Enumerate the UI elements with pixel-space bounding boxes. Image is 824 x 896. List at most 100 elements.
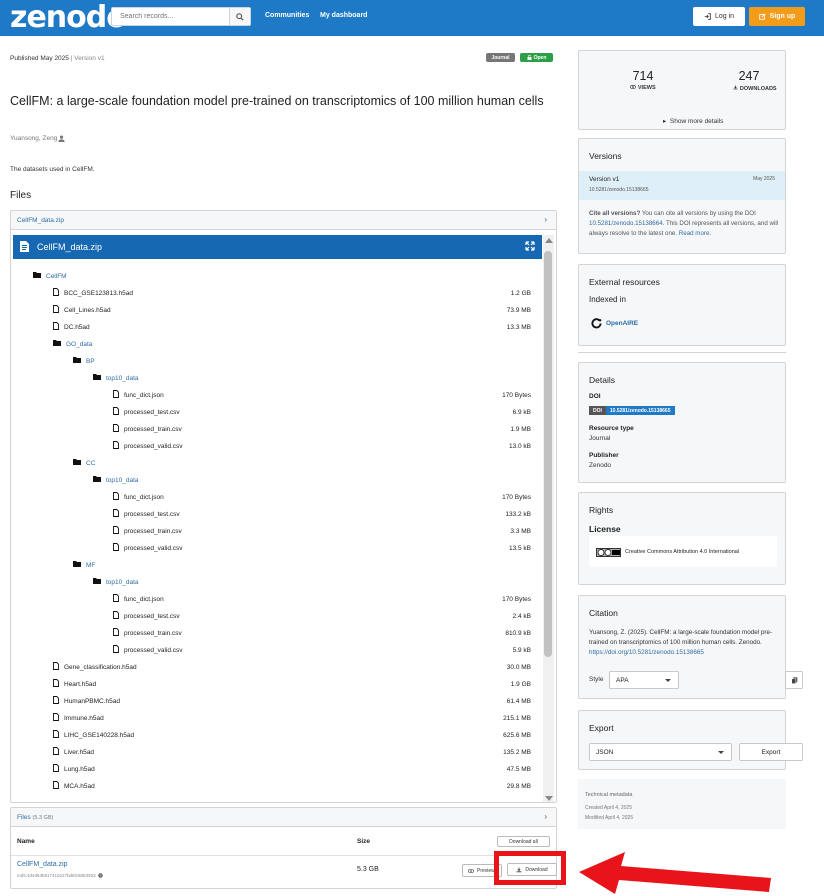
files-label: Files [17, 814, 31, 821]
file-icon [53, 780, 59, 794]
download-label: Download [525, 866, 548, 873]
tree-file[interactable]: func_dict.json [113, 593, 164, 606]
tree-folder[interactable]: BP [73, 356, 95, 368]
login-button[interactable]: Log in [693, 7, 745, 26]
files-accordion-header[interactable]: Files (5.3 GB) › [11, 808, 556, 827]
citation-style-value: APA [616, 676, 629, 684]
tree-item-name: func_dict.json [124, 596, 164, 603]
file-icon [53, 321, 59, 330]
tree-item-name: processed_valid.csv [124, 443, 183, 450]
nav-communities[interactable]: Communities [265, 12, 309, 19]
author[interactable]: Yuansong, Zeng [10, 135, 66, 142]
file-icon [53, 729, 59, 743]
file-name-link[interactable]: CellFM_data.zip [17, 861, 68, 868]
downloads-label: DOWNLOADS [715, 85, 795, 92]
tree-file[interactable]: BCC_GSE123813.h5ad [53, 287, 133, 300]
tree-file[interactable]: processed_valid.csv [113, 440, 183, 453]
eye-icon [630, 84, 637, 90]
read-more-link[interactable]: Read more. [679, 230, 711, 237]
scroll-up-icon[interactable] [545, 238, 553, 243]
export-button[interactable]: Export [739, 743, 803, 761]
tree-item-size: 1.9 GB [510, 681, 531, 688]
help-icon[interactable]: ? [97, 873, 103, 878]
copy-icon [790, 676, 797, 684]
created-date: Created April 4, 2025 [585, 805, 632, 811]
publisher-value: Zenodo [589, 462, 612, 469]
tree-file[interactable]: Liver.h5ad [53, 746, 94, 759]
tree-item-name: processed_test.csv [124, 409, 180, 416]
signup-button[interactable]: Sign up [749, 7, 805, 26]
tree-file[interactable]: Gene_classification.h5ad [53, 661, 137, 674]
tree-item-size: 133.2 kB [505, 511, 531, 518]
file-icon [53, 304, 59, 318]
tree-file[interactable]: processed_train.csv [113, 423, 182, 436]
tree-folder[interactable]: top10_data [93, 577, 139, 589]
tree-file[interactable]: func_dict.json [113, 491, 164, 504]
copy-citation-button[interactable] [785, 671, 803, 689]
tree-item-size: 135.2 MB [503, 749, 531, 756]
publisher-label: Publisher [589, 452, 619, 459]
tree-file[interactable]: processed_train.csv [113, 627, 182, 640]
show-more-details[interactable]: ▸ Show more details [663, 117, 723, 125]
resource-type-badge: Journal [486, 53, 515, 62]
file-icon [113, 406, 119, 420]
doi-badge[interactable]: DOI 10.5281/zenodo.15138665 [589, 406, 675, 415]
tree-file[interactable]: processed_train.csv [113, 525, 182, 538]
citation-doi-link[interactable]: https://doi.org/10.5281/zenodo.15138665 [589, 649, 704, 656]
tree-file[interactable]: Heart.h5ad [53, 678, 96, 691]
tree-file[interactable]: Cell_Lines.h5ad [53, 304, 111, 318]
file-size: 5.3 GB [357, 866, 379, 873]
tree-file[interactable]: processed_valid.csv [113, 644, 183, 657]
file-icon [53, 678, 59, 687]
tree-file[interactable]: DC.h5ad [53, 321, 90, 334]
preview-scroll-thumb[interactable] [544, 251, 552, 657]
citation-style-select[interactable]: APA [609, 671, 679, 689]
tree-file[interactable]: processed_valid.csv [113, 542, 183, 555]
file-icon [53, 695, 59, 704]
file-icon [53, 763, 59, 777]
download-all-button[interactable]: Download all [497, 836, 550, 847]
resource-type-label: Resource type [589, 425, 634, 432]
search-button[interactable] [229, 8, 250, 25]
preview-accordion-header[interactable]: CellFM_data.zip › [11, 211, 556, 230]
published-date: Published May 2025 [10, 55, 69, 62]
expand-icon[interactable] [525, 241, 535, 251]
tree-folder[interactable]: MF [73, 560, 95, 572]
tree-file[interactable]: Lung.h5ad [53, 763, 95, 777]
current-version-row[interactable]: Version v1 May 2025 10.5281/zenodo.15138… [579, 171, 785, 200]
concept-doi-link[interactable]: 10.5281/zenodo.15138664 [589, 220, 663, 227]
scroll-down-icon[interactable] [545, 796, 553, 801]
tree-item-name: processed_train.csv [124, 630, 182, 637]
folder-icon [73, 458, 81, 470]
doi-badge-key: DOI [589, 406, 606, 415]
openaire-link[interactable]: OpenAIRE [591, 318, 638, 329]
tree-file[interactable]: processed_test.csv [113, 406, 180, 420]
tree-file[interactable]: MCA.h5ad [53, 780, 95, 794]
tree-file[interactable]: LIHC_GSE140228.h5ad [53, 729, 134, 743]
nav-my-dashboard[interactable]: My dashboard [320, 12, 367, 19]
file-icon [113, 542, 119, 551]
tree-file[interactable]: HumanPBMC.h5ad [53, 695, 120, 708]
tree-file[interactable]: processed_test.csv [113, 610, 180, 624]
tree-file[interactable]: func_dict.json [113, 389, 164, 402]
tree-item-name: Cell_Lines.h5ad [64, 307, 111, 314]
tree-file[interactable]: processed_test.csv [113, 508, 180, 521]
tree-folder[interactable]: top10_data [93, 373, 139, 385]
tree-file[interactable]: Immune.h5ad [53, 712, 104, 725]
tree-folder[interactable]: CellFM [33, 271, 67, 283]
zenodo-logo[interactable]: zenodo [10, 3, 127, 33]
tree-item-size: 810.9 kB [505, 630, 531, 637]
file-icon [113, 644, 119, 653]
download-button[interactable]: Download [507, 863, 557, 876]
file-icon [113, 610, 119, 624]
license-box[interactable]: Creative Commons Attribution 4.0 Interna… [589, 536, 777, 567]
tree-folder[interactable]: CC [73, 458, 95, 470]
unlock-icon [527, 55, 532, 60]
preview-title-bar: CellFM_data.zip [13, 235, 542, 259]
export-format-select[interactable]: JSON [589, 743, 732, 761]
tree-folder[interactable]: GO_data [53, 339, 92, 351]
details-card: Details DOI DOI 10.5281/zenodo.15138665 … [578, 362, 786, 483]
tree-item-name: processed_valid.csv [124, 647, 183, 654]
tree-folder[interactable]: top10_data [93, 475, 139, 487]
search-input[interactable] [112, 8, 230, 25]
